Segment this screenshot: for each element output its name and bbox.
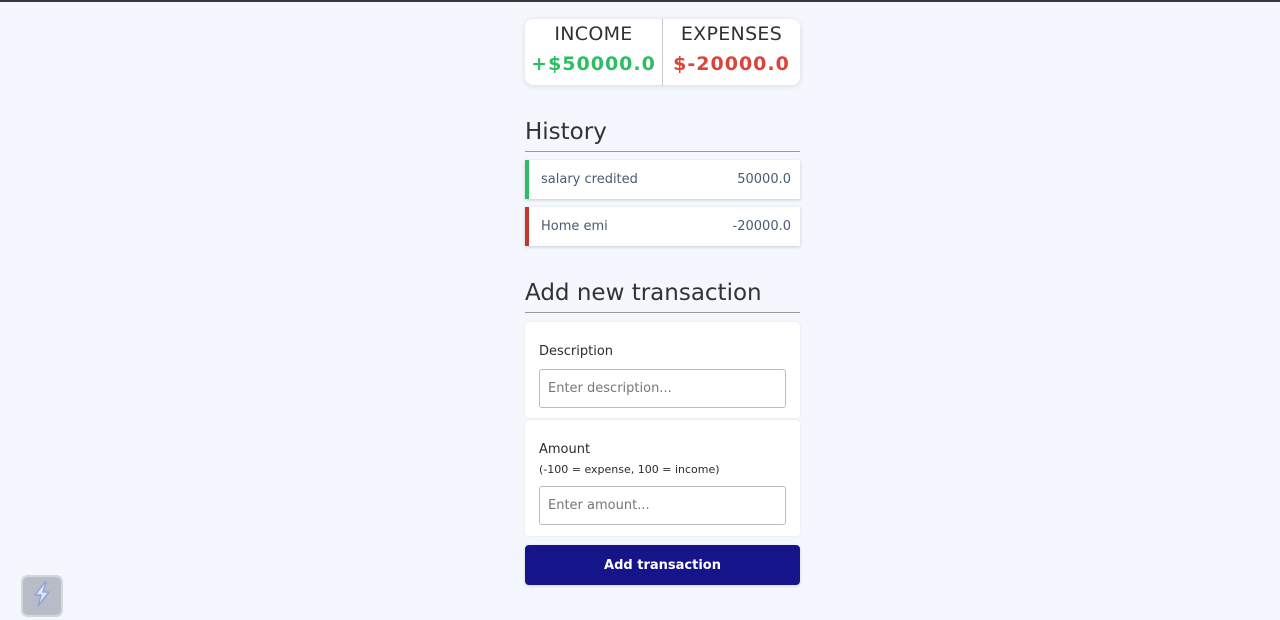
history-item-text: Home emi — [541, 219, 608, 234]
history-item[interactable]: Home emi -20000.0 — [525, 207, 800, 246]
amount-input[interactable] — [539, 486, 786, 525]
history-item-text: salary credited — [541, 172, 638, 187]
income-label: INCOME — [554, 23, 633, 45]
amount-label: Amount — [539, 442, 591, 457]
app-container: INCOME +$50000.0 EXPENSES $-20000.0 Hist… — [525, 19, 800, 585]
history-list: salary credited 50000.0 Home emi -20000.… — [525, 160, 800, 246]
expense-label: EXPENSES — [680, 23, 783, 45]
description-label: Description — [539, 344, 614, 359]
amount-hint: (-100 = expense, 100 = income) — [539, 463, 720, 476]
add-transaction-title: Add new transaction — [525, 280, 800, 313]
income-column: INCOME +$50000.0 — [525, 19, 663, 85]
income-value: +$50000.0 — [531, 53, 656, 75]
expense-column: EXPENSES $-20000.0 — [663, 19, 800, 85]
description-input[interactable] — [539, 369, 786, 408]
add-transaction-button[interactable]: Add transaction — [525, 545, 800, 585]
description-form-group: Description — [525, 322, 800, 418]
history-item[interactable]: salary credited 50000.0 — [525, 160, 800, 199]
history-item-amount: -20000.0 — [732, 219, 791, 234]
income-expense-summary: INCOME +$50000.0 EXPENSES $-20000.0 — [525, 19, 800, 85]
expense-value: $-20000.0 — [673, 53, 790, 75]
amount-form-group: Amount (-100 = expense, 100 = income) — [525, 420, 800, 536]
floating-widget-button[interactable] — [21, 575, 63, 617]
lightning-bolt-icon — [31, 581, 53, 611]
history-item-amount: 50000.0 — [737, 172, 791, 187]
history-title: History — [525, 119, 800, 152]
